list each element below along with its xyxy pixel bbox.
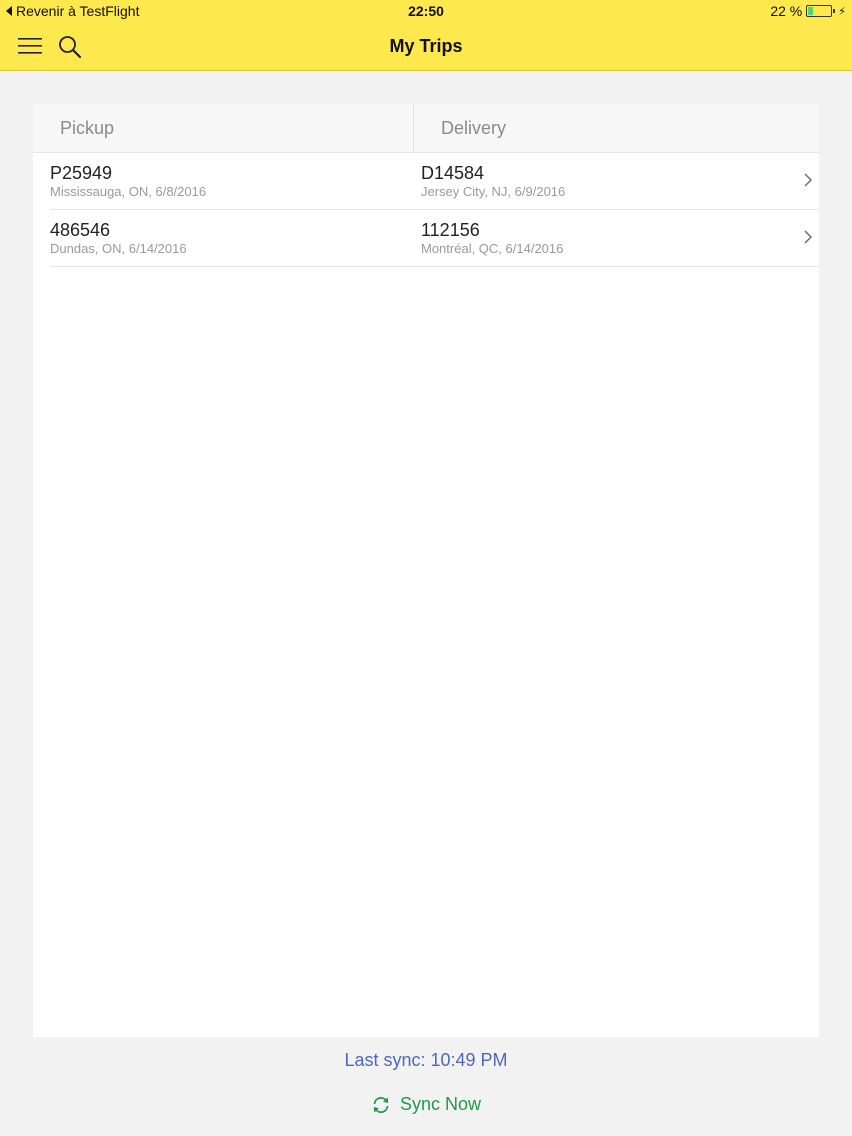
charging-bolt-icon: ⚡ <box>838 5 846 18</box>
delivery-column-header: Delivery <box>441 118 507 138</box>
battery-status: 22 % ⚡ <box>770 3 846 19</box>
trip-row[interactable]: 486546 Dundas, ON, 6/14/2016 112156 Mont… <box>50 210 819 267</box>
delivery-id: 112156 <box>421 220 480 240</box>
page-title: My Trips <box>389 36 463 56</box>
delivery-cell: D14584 Jersey City, NJ, 6/9/2016 <box>421 163 565 200</box>
battery-percent: 22 % <box>770 3 803 19</box>
battery-nub <box>833 9 836 13</box>
delivery-detail: Montréal, QC, 6/14/2016 <box>421 241 564 256</box>
pickup-column-header: Pickup <box>33 104 414 152</box>
status-time: 22:50 <box>408 3 444 19</box>
table-header: Pickup Delivery <box>33 104 819 153</box>
chevron-right-icon <box>804 173 812 187</box>
last-sync-label: Last sync: 10:49 PM <box>344 1050 508 1070</box>
pickup-cell: 486546 Dundas, ON, 6/14/2016 <box>50 220 187 257</box>
pickup-detail: Dundas, ON, 6/14/2016 <box>50 241 187 256</box>
pickup-cell: P25949 Mississauga, ON, 6/8/2016 <box>50 163 206 200</box>
top-bar: Revenir à TestFlight 22:50 22 % ⚡ My Tri… <box>0 0 852 71</box>
pickup-detail: Mississauga, ON, 6/8/2016 <box>50 184 207 199</box>
pickup-id: 486546 <box>50 220 111 240</box>
delivery-id: D14584 <box>421 163 485 183</box>
chevron-right-icon <box>804 230 812 244</box>
battery-fill <box>808 7 814 15</box>
sync-now-button[interactable]: Sync Now <box>0 1094 852 1115</box>
trip-row[interactable]: P25949 Mississauga, ON, 6/8/2016 D14584 … <box>50 153 819 210</box>
sync-now-label: Sync Now <box>399 1094 482 1114</box>
pickup-id: P25949 <box>50 163 113 183</box>
refresh-icon <box>373 1096 389 1113</box>
delivery-detail: Jersey City, NJ, 6/9/2016 <box>421 184 566 199</box>
delivery-cell: 112156 Montréal, QC, 6/14/2016 <box>421 220 563 257</box>
battery-icon <box>806 5 833 17</box>
trips-card: Pickup Delivery P25949 Mississauga, ON, … <box>33 104 819 1037</box>
